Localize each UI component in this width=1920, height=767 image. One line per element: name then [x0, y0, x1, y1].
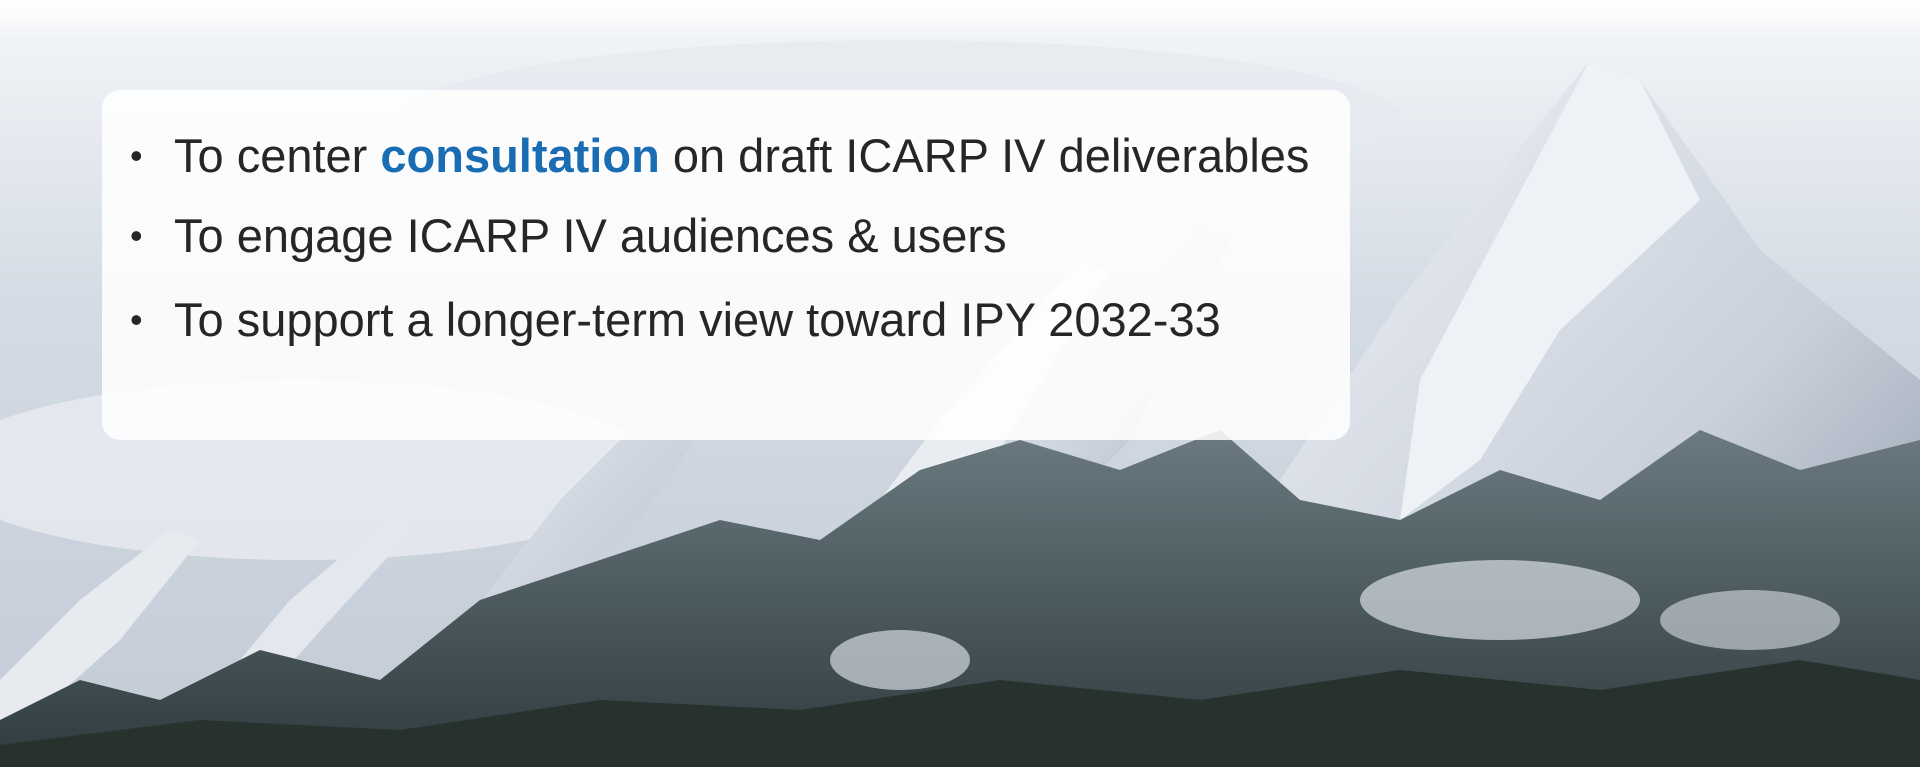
bullet-text-highlight: consultation — [380, 129, 660, 182]
bullet-dot: • — [130, 299, 143, 340]
bullet-dot: • — [130, 215, 143, 256]
top-fade — [0, 0, 1920, 40]
bullet-item-consultation: • To center consultation on draft ICARP … — [130, 128, 1310, 184]
slide: • To center consultation on draft ICARP … — [0, 0, 1920, 767]
bullet-text: To support a longer-term view toward IPY… — [174, 293, 1221, 346]
bullet-item-engage: • To engage ICARP IV audiences & users — [130, 208, 1310, 264]
text-panel: • To center consultation on draft ICARP … — [102, 90, 1350, 440]
bullet-text-pre: To center — [174, 129, 381, 182]
bullet-text: To engage ICARP IV audiences & users — [174, 209, 1007, 262]
bullet-text-post: on draft ICARP IV deliverables — [659, 129, 1310, 182]
bullet-dot: • — [130, 135, 143, 176]
bullet-list: • To center consultation on draft ICARP … — [130, 128, 1310, 348]
bullet-item-support: • To support a longer-term view toward I… — [130, 292, 1310, 348]
